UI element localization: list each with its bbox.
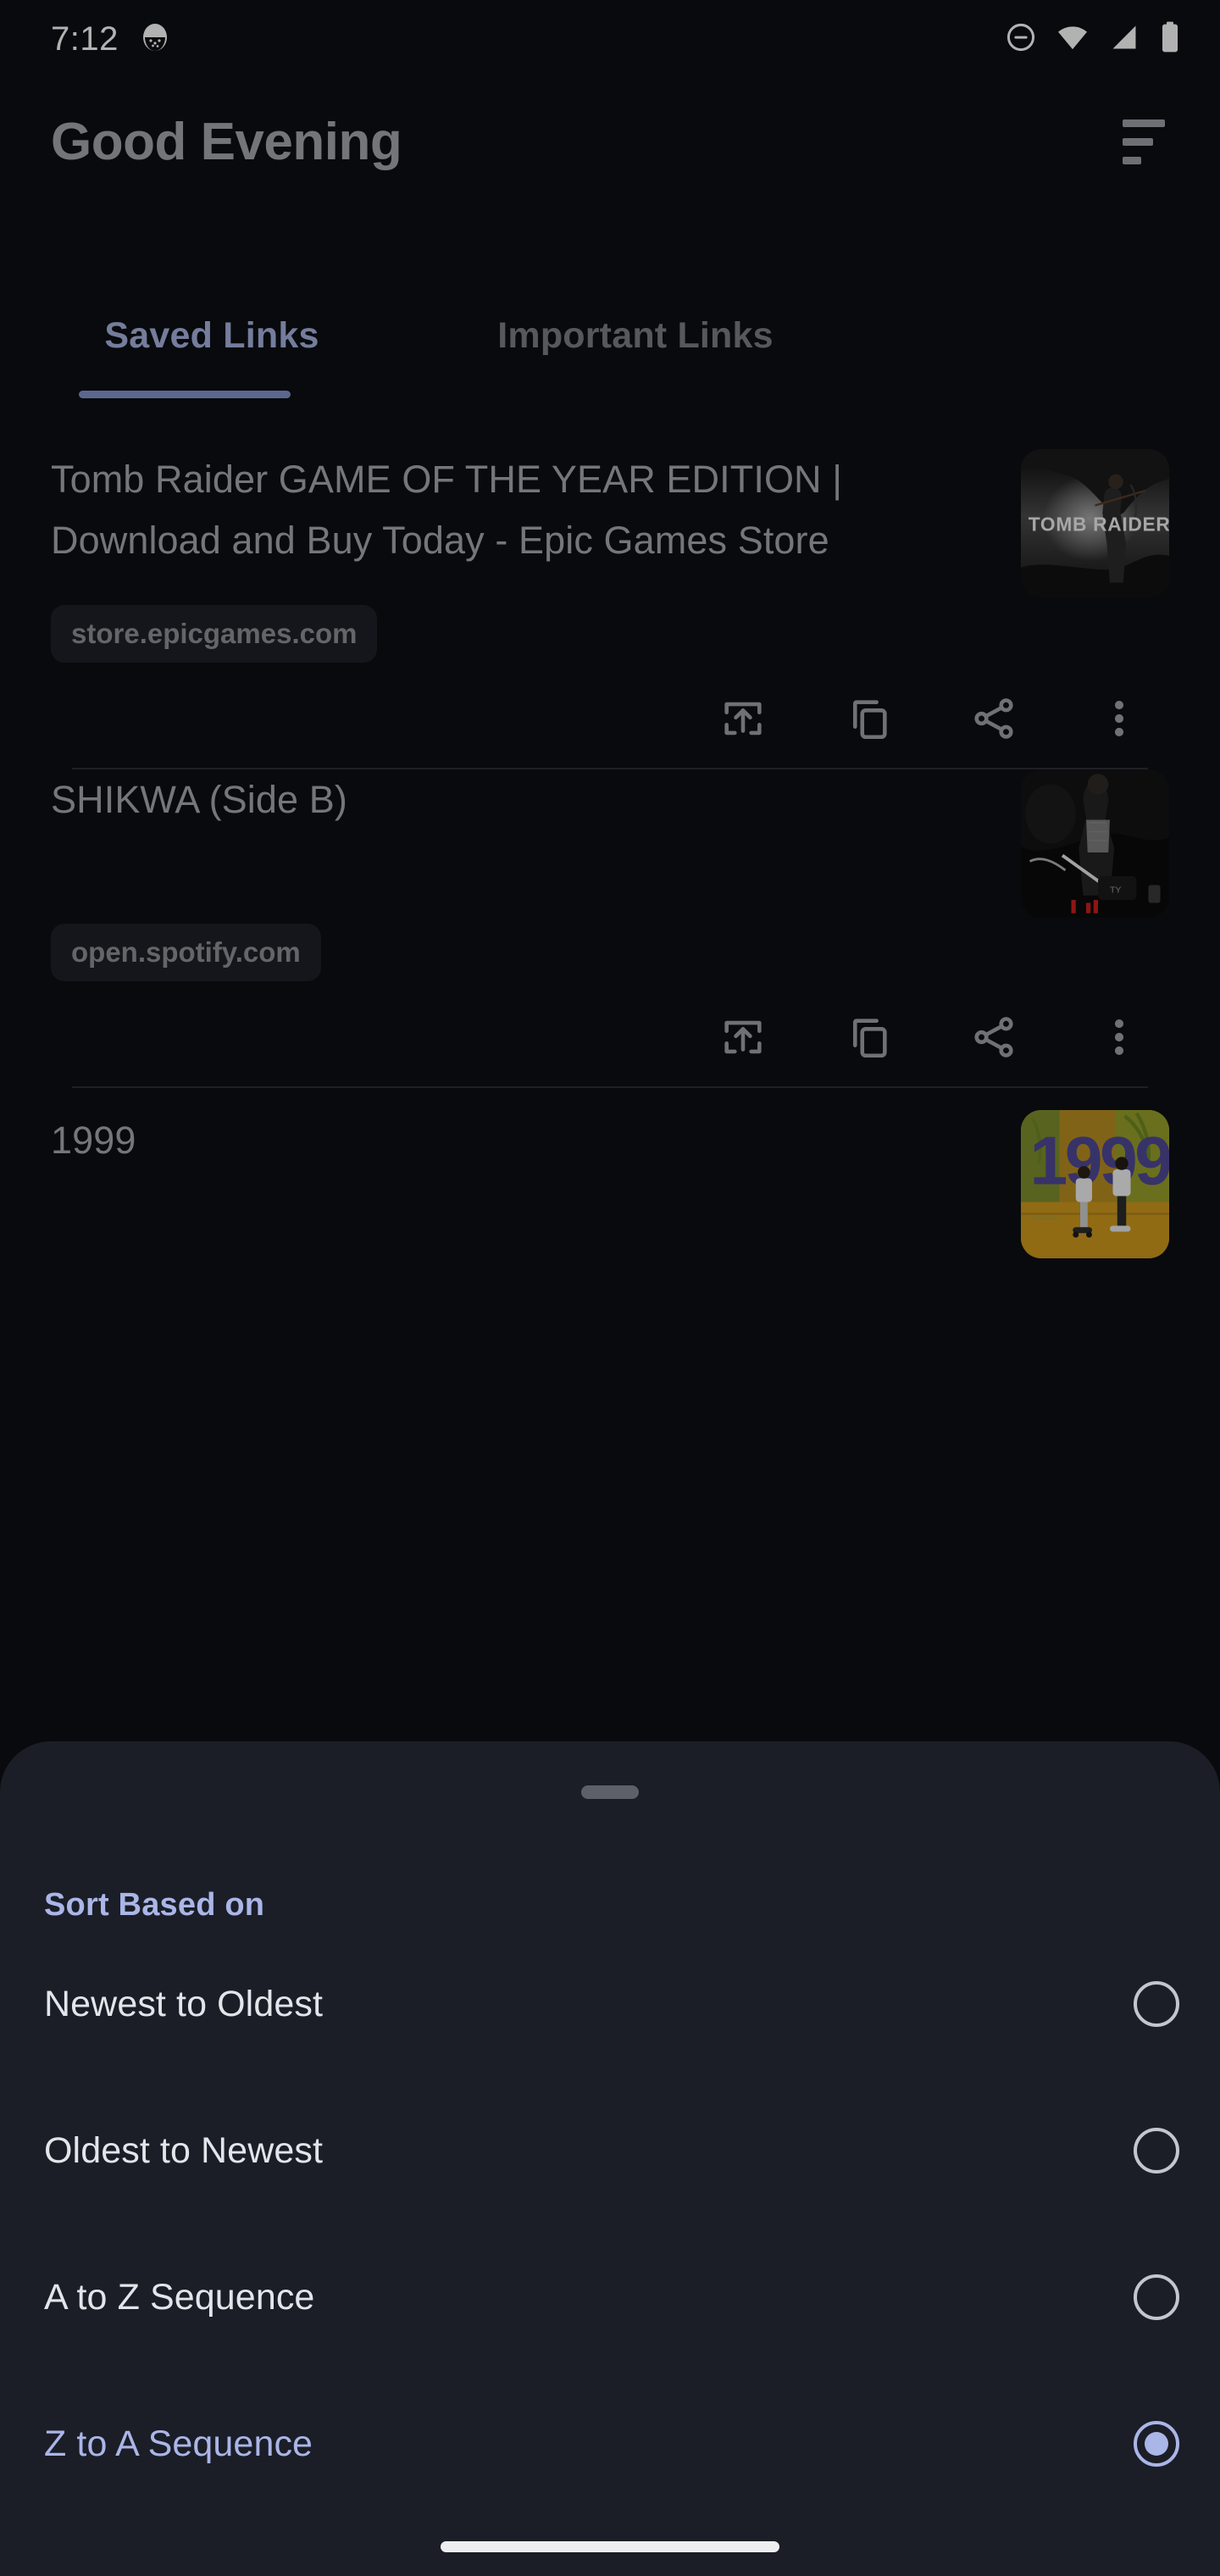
sort-option-a-to-z[interactable]: A to Z Sequence (0, 2247, 1220, 2347)
sort-option-newest-to-oldest[interactable]: Newest to Oldest (0, 1954, 1220, 2054)
do-not-disturb-icon (1005, 21, 1037, 58)
shikwa-cover: TY (1021, 769, 1169, 918)
tab-active-indicator (79, 391, 291, 398)
sort-option-oldest-to-newest[interactable]: Oldest to Newest (0, 2101, 1220, 2201)
page-title: Good Evening (51, 112, 402, 171)
phone-screen: 7:12 Good Evening Saved Links Important … (0, 0, 1220, 2576)
link-card-content: 1999 1999 streetwear (51, 1110, 1169, 1258)
tab-important-links[interactable]: Important Links (424, 288, 847, 424)
link-actions (51, 669, 1169, 768)
sort-option-label: A to Z Sequence (44, 2276, 315, 2318)
sort-options-list: Newest to Oldest Oldest to Newest A to Z… (0, 1954, 1220, 2494)
radio-dot (1145, 2285, 1168, 2309)
sort-button[interactable] (1105, 103, 1183, 180)
radio-button[interactable] (1134, 2128, 1179, 2174)
tab-saved-links[interactable]: Saved Links (0, 288, 424, 424)
link-domain-chip: store.epicgames.com (51, 605, 378, 663)
svg-text:TY: TY (1110, 885, 1121, 895)
copy-icon[interactable] (842, 1011, 895, 1063)
1999-cover: 1999 streetwear (1021, 1110, 1169, 1258)
saved-links-list: Tomb Raider GAME OF THE YEAR EDITION | D… (0, 449, 1220, 1258)
link-actions (51, 988, 1169, 1086)
radio-dot (1145, 2139, 1168, 2162)
svg-text:TOMB RAIDER: TOMB RAIDER (1029, 513, 1169, 535)
radio-button[interactable] (1134, 1981, 1179, 2027)
link-card-content: Tomb Raider GAME OF THE YEAR EDITION | D… (51, 449, 1169, 663)
status-bar: 7:12 (0, 0, 1220, 78)
sheet-drag-handle[interactable] (581, 1785, 639, 1799)
cellular-signal-icon (1108, 21, 1140, 58)
copy-icon[interactable] (842, 692, 895, 745)
app-header: Good Evening (0, 95, 1220, 188)
wifi-icon (1056, 20, 1090, 58)
more-options-icon[interactable] (1093, 692, 1145, 745)
link-title: 1999 (51, 1119, 136, 1162)
status-bar-right (1005, 20, 1181, 58)
tomb-raider-cover: TOMB RAIDER (1021, 449, 1169, 597)
radio-button[interactable] (1134, 2274, 1179, 2320)
link-thumbnail: TY (1021, 769, 1169, 918)
link-title: SHIKWA (Side B) (51, 778, 347, 821)
list-item[interactable]: 1999 1999 streetwear (0, 1110, 1220, 1258)
tab-important-links-label: Important Links (497, 315, 774, 356)
home-gesture-pill[interactable] (441, 2540, 779, 2552)
svg-text:1999: 1999 (1030, 1124, 1170, 1200)
status-bar-clock: 7:12 (51, 19, 119, 58)
status-bar-left: 7:12 (51, 20, 169, 58)
link-card-content: SHIKWA (Side B) open.spotify.com TY (51, 769, 1169, 981)
link-domain-chip: open.spotify.com (51, 924, 321, 981)
link-title: Tomb Raider GAME OF THE YEAR EDITION | D… (51, 458, 843, 562)
share-icon[interactable] (968, 692, 1020, 745)
radio-dot (1145, 1992, 1168, 2016)
link-text-block: SHIKWA (Side B) open.spotify.com (51, 769, 1021, 981)
link-thumbnail: 1999 streetwear (1021, 1110, 1169, 1258)
list-divider (72, 1086, 1148, 1088)
radio-button[interactable] (1134, 2421, 1179, 2467)
svg-text:streetwear: streetwear (1030, 1216, 1058, 1222)
link-thumbnail: TOMB RAIDER (1021, 449, 1169, 597)
radio-dot (1145, 2432, 1168, 2456)
sort-lines-icon (1123, 119, 1165, 164)
open-in-browser-icon[interactable] (717, 1011, 769, 1063)
link-text-block: Tomb Raider GAME OF THE YEAR EDITION | D… (51, 449, 1021, 663)
sort-sheet-title: Sort Based on (44, 1887, 265, 1923)
more-options-icon[interactable] (1093, 1011, 1145, 1063)
sort-option-label: Newest to Oldest (44, 1983, 324, 2024)
sort-bottom-sheet: Sort Based on Newest to Oldest Oldest to… (0, 1741, 1220, 2576)
battery-icon (1159, 20, 1181, 58)
list-item[interactable]: Tomb Raider GAME OF THE YEAR EDITION | D… (0, 449, 1220, 769)
share-icon[interactable] (968, 1011, 1020, 1063)
tab-saved-links-label: Saved Links (104, 315, 319, 356)
sort-option-z-to-a[interactable]: Z to A Sequence (0, 2394, 1220, 2494)
tab-bar: Saved Links Important Links (0, 288, 1220, 424)
sort-option-label: Z to A Sequence (44, 2423, 313, 2464)
link-text-block: 1999 (51, 1110, 1021, 1258)
system-navigation-bar (0, 2517, 1220, 2576)
sort-option-label: Oldest to Newest (44, 2129, 324, 2171)
open-in-browser-icon[interactable] (717, 692, 769, 745)
list-item[interactable]: SHIKWA (Side B) open.spotify.com TY (0, 769, 1220, 1088)
notification-dot-icon (141, 23, 169, 56)
